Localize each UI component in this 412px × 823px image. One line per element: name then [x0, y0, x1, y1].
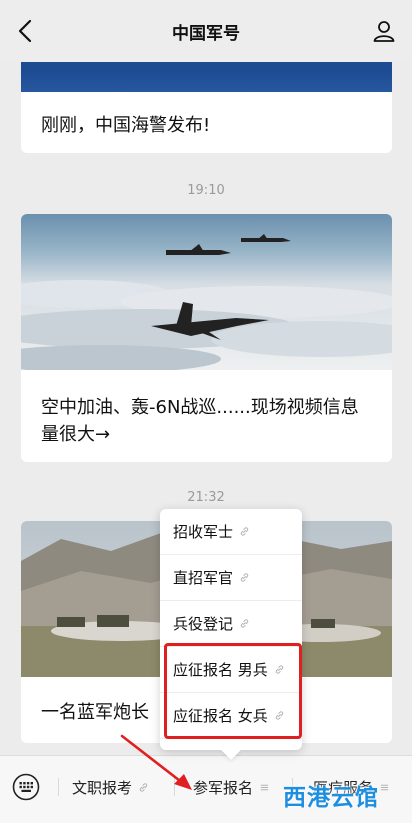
article-headline-1: 刚刚，中国海警发布! [41, 115, 211, 136]
article-image-2 [21, 214, 392, 373]
bottom-menu-enlistment[interactable]: 参军报名 [193, 756, 270, 818]
annotation-arrow-icon [120, 734, 192, 790]
link-icon [275, 711, 283, 720]
menu-item-direct-officer[interactable]: 直招军官 [160, 555, 302, 601]
keyboard-icon[interactable] [12, 773, 40, 801]
timestamp-1: 19:10 [187, 183, 225, 198]
link-icon [275, 665, 283, 674]
link-icon [240, 573, 249, 582]
menu-item-service-registration[interactable]: 兵役登记 [160, 601, 302, 647]
menu-item-label: 应征报名 男兵 [173, 661, 268, 679]
article-card-2[interactable]: 空中加油、轰-6N战巡......现场视频信息量很大→ [21, 214, 392, 462]
menu-item-enlist-male[interactable]: 应征报名 男兵 [160, 647, 302, 693]
menu-item-label: 招收军士 [173, 523, 234, 541]
menu-lines-icon [260, 784, 269, 790]
link-icon [240, 527, 249, 536]
bottom-menu-label: 参军报名 [193, 778, 254, 797]
menu-item-label: 兵役登记 [173, 615, 234, 633]
article-headline-2: 空中加油、轰-6N战巡......现场视频信息量很大→ [41, 397, 359, 445]
menu-divider [58, 778, 59, 796]
back-arrow-icon[interactable] [14, 18, 38, 44]
menu-item-label: 直招军官 [173, 569, 234, 587]
menu-item-recruit-sergeant[interactable]: 招收军士 [160, 509, 302, 555]
user-profile-icon[interactable] [372, 19, 396, 43]
watermark: 西港云馆 [283, 785, 379, 811]
submenu-popup: 招收军士 直招军官 兵役登记 应征报名 男兵 应征报名 女兵 [160, 509, 302, 760]
page-title: 中国军号 [172, 23, 240, 44]
menu-item-label: 应征报名 女兵 [173, 707, 268, 725]
menu-lines-icon [380, 784, 389, 790]
timestamp-2: 21:32 [187, 490, 225, 505]
top-nav-bar: 中国军号 [0, 0, 412, 62]
link-icon [240, 619, 249, 628]
